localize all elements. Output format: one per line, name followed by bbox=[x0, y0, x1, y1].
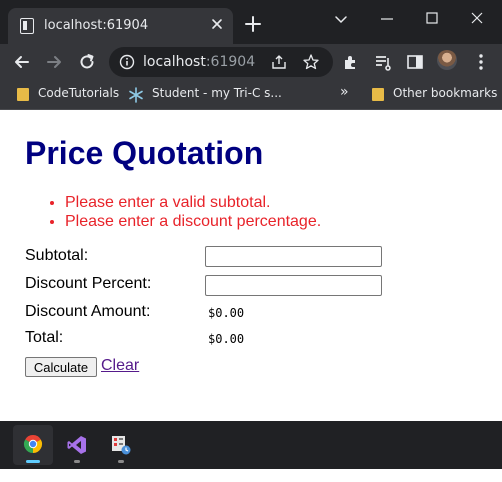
forward-icon[interactable] bbox=[44, 52, 64, 72]
visual-studio-icon bbox=[67, 436, 86, 454]
minimize-icon[interactable] bbox=[376, 10, 398, 28]
address-port: :61904 bbox=[205, 54, 256, 70]
menu-icon[interactable] bbox=[471, 52, 491, 72]
bookmark-student[interactable]: Student - my Tri-C s... bbox=[152, 86, 282, 100]
new-tab-icon[interactable] bbox=[243, 14, 263, 34]
reload-icon[interactable] bbox=[77, 52, 97, 72]
running-indicator bbox=[118, 460, 124, 463]
browser-tab[interactable]: localhost:61904 bbox=[8, 8, 233, 44]
discount-percent-label: Discount Percent: bbox=[25, 275, 152, 292]
discount-amount-value: $0.00 bbox=[208, 306, 245, 320]
browser-toolbar: localhost:61904 bbox=[0, 44, 502, 80]
calculate-button[interactable]: Calculate bbox=[25, 357, 97, 377]
bookmarks-overflow-button[interactable]: » bbox=[340, 84, 349, 100]
error-message: Please enter a valid subtotal. bbox=[65, 193, 321, 212]
total-label: Total: bbox=[25, 329, 64, 346]
address-text: localhost:61904 bbox=[143, 54, 255, 70]
taskbar-visual-studio[interactable] bbox=[57, 425, 97, 465]
running-indicator bbox=[74, 460, 80, 463]
validation-summary: Please enter a valid subtotal. Please en… bbox=[65, 193, 321, 231]
taskbar-chrome[interactable] bbox=[13, 425, 53, 465]
discount-amount-label: Discount Amount: bbox=[25, 303, 151, 320]
folder-icon bbox=[372, 88, 384, 101]
snowflake-icon bbox=[129, 87, 143, 103]
page-icon bbox=[20, 18, 34, 34]
page-title: Price Quotation bbox=[25, 135, 264, 171]
error-message: Please enter a discount percentage. bbox=[65, 212, 321, 231]
subtotal-input[interactable] bbox=[205, 246, 382, 267]
running-indicator bbox=[26, 460, 40, 463]
maximize-icon[interactable] bbox=[421, 10, 443, 28]
close-window-icon[interactable] bbox=[466, 10, 488, 28]
bottom-strip bbox=[0, 469, 502, 482]
chrome-icon bbox=[23, 435, 43, 453]
reading-list-icon[interactable] bbox=[373, 52, 393, 72]
tab-title: localhost:61904 bbox=[44, 18, 149, 33]
taskbar bbox=[0, 421, 502, 469]
taskbar-app[interactable] bbox=[101, 425, 141, 465]
browser-titlebar: localhost:61904 bbox=[0, 0, 502, 44]
app-icon bbox=[112, 436, 131, 455]
clear-link[interactable]: Clear bbox=[101, 357, 139, 375]
discount-percent-input[interactable] bbox=[205, 275, 382, 296]
tab-search-icon[interactable] bbox=[330, 10, 352, 28]
folder-icon bbox=[17, 88, 29, 101]
share-icon[interactable] bbox=[270, 53, 288, 71]
address-bar[interactable]: localhost:61904 bbox=[109, 47, 333, 77]
other-bookmarks[interactable]: Other bookmarks bbox=[393, 86, 497, 100]
page-content: Price Quotation Please enter a valid sub… bbox=[0, 111, 502, 421]
site-info-icon[interactable] bbox=[119, 54, 135, 70]
extensions-icon[interactable] bbox=[341, 52, 361, 72]
star-icon[interactable] bbox=[302, 53, 320, 71]
subtotal-label: Subtotal: bbox=[25, 247, 89, 264]
total-value: $0.00 bbox=[208, 332, 245, 346]
profile-avatar[interactable] bbox=[437, 50, 457, 70]
close-tab-icon[interactable] bbox=[210, 17, 224, 31]
back-icon[interactable] bbox=[12, 52, 32, 72]
bookmarks-bar: CodeTutorials Student - my Tri-C s... » … bbox=[0, 80, 502, 110]
side-panel-icon[interactable] bbox=[405, 52, 425, 72]
bookmark-codetutorials[interactable]: CodeTutorials bbox=[38, 86, 119, 100]
address-host: localhost bbox=[143, 54, 206, 70]
